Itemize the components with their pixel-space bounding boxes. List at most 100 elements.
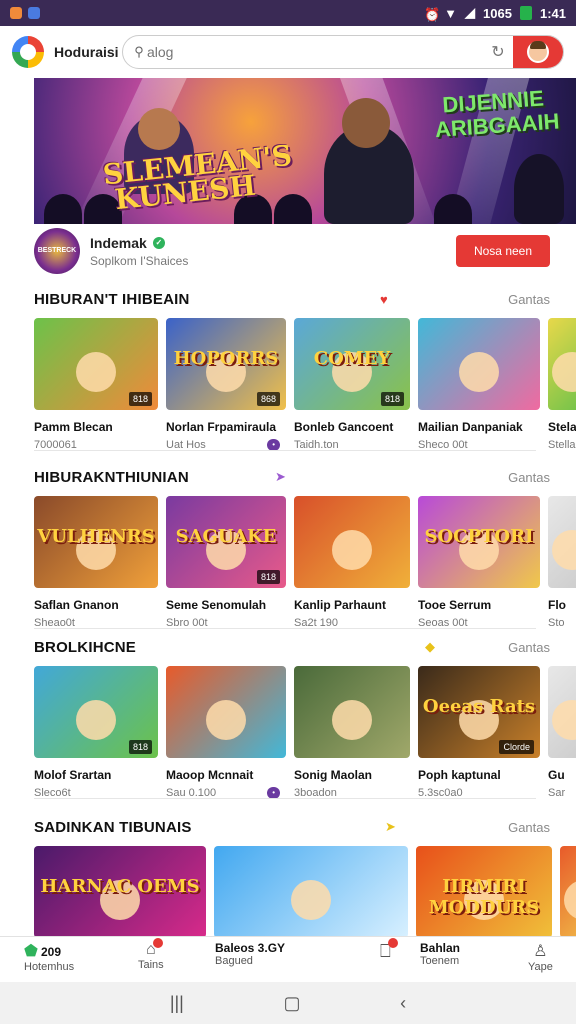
game-thumbnail xyxy=(294,496,410,588)
app-logo-icon[interactable] xyxy=(12,36,44,68)
search-input[interactable] xyxy=(147,44,483,60)
nav-home-label: Hotemhus xyxy=(24,961,75,973)
tile-title: Gu xyxy=(548,768,565,782)
game-tile[interactable]: Mailian Danpaniak Sheco 00t xyxy=(418,318,540,458)
channel-subtitle: Soplkom I'Shaices xyxy=(90,253,189,268)
game-tile[interactable]: SOCPTORI Tooe Serrum Seoas 00t xyxy=(418,496,540,636)
nav-profile-label: Yape xyxy=(528,961,553,973)
game-thumbnail: VULHENRS xyxy=(34,496,158,588)
nav-gifts-label: Tains xyxy=(138,959,164,971)
game-thumbnail: SOCPTORI xyxy=(418,496,540,588)
follow-button[interactable]: Nosa neen xyxy=(456,235,550,267)
thumbnail-badge: 868 xyxy=(256,392,280,406)
nav-bahlan-title: Bahlan xyxy=(420,941,461,955)
character-illustration xyxy=(291,880,331,920)
nav-item-middle[interactable]: Baleos 3.GY Bagued xyxy=(215,941,285,981)
thumbnail-badge: 818 xyxy=(128,740,152,754)
notification-icon xyxy=(10,7,22,19)
section-deco-icon: ♥ xyxy=(380,291,388,307)
game-tile[interactable]: Maoop Mcnnait Sau 0.100 • xyxy=(166,666,286,806)
tile-title: Stelan xyxy=(548,420,576,434)
game-thumbnail: HARNAC OEMS xyxy=(34,846,206,938)
app-name: Hoduraisi xyxy=(54,44,119,60)
battery-icon xyxy=(519,6,532,20)
refresh-icon[interactable]: ↻ xyxy=(483,42,513,62)
game-thumbnail: IIRMIRI MODDURS xyxy=(416,846,552,938)
game-tile[interactable]: Oeeas Rats Clorde Poph kaptunal 5.3sc0a0 xyxy=(418,666,540,806)
nav-item-home[interactable]: ⬟ 209 Hotemhus xyxy=(24,941,74,981)
game-tile[interactable]: Stelan Stella xyxy=(548,318,576,458)
character-illustration xyxy=(552,352,576,392)
nav-item-bahlan[interactable]: Bahlan Toenem xyxy=(420,941,460,981)
system-nav-bar: ||| ▢ ‹ xyxy=(0,982,576,1024)
status-indicators: 1065 xyxy=(483,5,512,21)
game-tile[interactable]: Sonig Maolan 3boadon xyxy=(294,666,410,806)
section-header: SADINKAN TIBUNAIS ➤ Gantas xyxy=(34,816,576,838)
thumbnail-badge: Clorde xyxy=(499,740,534,754)
section-more-link[interactable]: Gantas xyxy=(508,470,550,485)
section-header: HIBURAKNTHIUNIAN ➤ Gantas xyxy=(34,466,576,488)
character-illustration xyxy=(332,700,372,740)
character-illustration xyxy=(206,700,246,740)
game-thumbnail: Oeeas Rats Clorde xyxy=(418,666,540,758)
game-tile[interactable]: 818 Molof Srartan Sleco6t xyxy=(34,666,158,806)
home-button[interactable]: ▢ xyxy=(283,993,300,1014)
nav-home-count: 209 xyxy=(40,945,61,959)
game-thumbnail xyxy=(548,496,576,588)
channel-logo[interactable]: BESTRECK xyxy=(34,228,80,274)
game-tile[interactable]: 818 Pamm Blecan 7000061 xyxy=(34,318,158,458)
section-deco-icon: ➤ xyxy=(275,469,286,484)
channel-name[interactable]: Indemak xyxy=(90,235,147,251)
thumbnail-badge: 818 xyxy=(256,570,280,584)
avatar-icon xyxy=(527,41,549,63)
signal-icon: ◢ xyxy=(465,5,476,20)
nav-item-gifts[interactable]: ⌂ Tains xyxy=(138,938,164,981)
tile-subtitle: Sto xyxy=(548,617,565,629)
thumbnail-title: SOCPTORI xyxy=(424,526,534,547)
alarm-icon: ⏰ xyxy=(424,7,441,22)
nav-item-saved[interactable]: ⎕ xyxy=(380,938,398,981)
game-tile[interactable]: VULHENRS Saflan Gnanon Sheao0t xyxy=(34,496,158,636)
profile-button[interactable] xyxy=(513,36,563,68)
section-more-link[interactable]: Gantas xyxy=(508,820,550,835)
gift-icon: ⌂ xyxy=(146,938,163,959)
game-tile[interactable]: SAGUAKE 818 Seme Senomulah Sbro 00t xyxy=(166,496,286,636)
section-more-link[interactable]: Gantas xyxy=(508,292,550,307)
nav-item-profile[interactable]: ♙ Yape xyxy=(528,941,553,981)
status-bar: ⏰ ▼ ◢ 1065 1:41 xyxy=(0,0,576,26)
section-more-link[interactable]: Gantas xyxy=(508,640,550,655)
nav-middle-title: Baleos 3.GY xyxy=(215,941,286,955)
character-illustration xyxy=(76,352,116,392)
notification-icon xyxy=(28,7,40,19)
game-tile[interactable]: Gu Sar xyxy=(548,666,576,806)
bottom-nav: ⬟ 209 Hotemhus ⌂ Tains Baleos 3.GY Bague… xyxy=(0,936,576,982)
section-title: HIBURAKNTHIUNIAN xyxy=(34,468,189,486)
back-button[interactable]: ‹ xyxy=(400,993,406,1014)
game-thumbnail: SAGUAKE 818 xyxy=(166,496,286,588)
bookmark-icon: ⎕ xyxy=(380,938,398,962)
thumbnail-title: HARNAC OEMS xyxy=(40,876,200,897)
tile-row: 818 Pamm Blecan 7000061 HOPORRS 868 Norlan Fr… xyxy=(34,318,576,458)
thumbnail-badge: 818 xyxy=(128,392,152,406)
game-tile[interactable]: Kanlip Parhaunt Sa2t 190 xyxy=(294,496,410,636)
game-thumbnail xyxy=(548,318,576,410)
tile-subtitle: Sar xyxy=(548,787,566,799)
thumbnail-title: IIRMIRI MODDURS xyxy=(428,876,540,918)
game-thumbnail xyxy=(294,666,410,758)
hero-banner[interactable]: SLEMEAN'S KUNESH DIJENNIE ARIBGAAIH xyxy=(34,78,576,224)
tile-row: VULHENRS Saflan Gnanon Sheao0t SAGUAKE 818 Se… xyxy=(34,496,576,636)
game-thumbnail: HOPORRS 868 xyxy=(166,318,286,410)
search-bar[interactable]: ⚲ ↻ xyxy=(122,35,564,69)
game-thumbnail: 818 xyxy=(34,666,158,758)
section-deco-icon: ◆ xyxy=(425,639,435,654)
tile-title: Mailian Danpaniak xyxy=(418,420,523,434)
channel-logo-text: BESTRECK xyxy=(37,247,77,254)
game-tile[interactable]: HOPORRS 868 Norlan Frpamiraula Uat Hos • xyxy=(166,318,286,458)
recents-button[interactable]: ||| xyxy=(170,993,184,1014)
tile-title: Maoop Mcnnait xyxy=(166,768,254,782)
tile-title: Flo xyxy=(548,598,566,612)
tile-title: Saflan Gnanon xyxy=(34,598,119,612)
verified-icon: ✓ xyxy=(152,236,165,249)
game-tile[interactable]: Flo Sto xyxy=(548,496,576,636)
game-tile[interactable]: COMEY 818 Bonleb Gancoent Taidh.ton xyxy=(294,318,410,458)
